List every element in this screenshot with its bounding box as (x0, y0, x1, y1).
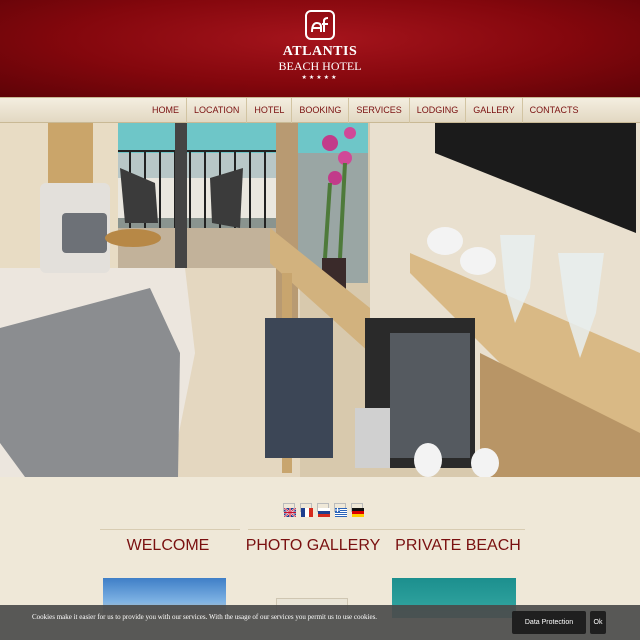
main-navigation: HOME LOCATION HOTEL BOOKING SERVICES LODGING G… (0, 97, 640, 124)
language-selector (283, 503, 364, 518)
section-title-private-beach[interactable]: PRIVATE BEACH (383, 535, 533, 557)
data-protection-button[interactable]: Data Protection Information (512, 611, 586, 634)
nav-item-home[interactable]: HOME (145, 98, 186, 124)
nav-item-location[interactable]: LOCATION (186, 98, 246, 124)
section-divider (100, 529, 240, 530)
german-flag-icon[interactable] (351, 503, 364, 517)
hotel-logo[interactable]: ATLANTIS BEACH HOTEL ★★★★★ (270, 10, 370, 83)
section-title-photo-gallery[interactable]: PHOTO GALLERY (238, 535, 388, 557)
russian-flag-icon[interactable] (317, 503, 330, 517)
nav-list: HOME LOCATION HOTEL BOOKING SERVICES LODGING G… (145, 98, 585, 124)
cookie-notice-text: Cookies make it easier for us to provide… (32, 613, 378, 621)
star-rating: ★★★★★ (301, 75, 339, 81)
af-monogram-logo-icon (305, 10, 335, 40)
nav-item-hotel[interactable]: HOTEL (246, 98, 291, 124)
greek-flag-icon[interactable] (334, 503, 347, 517)
cookie-consent-bar: Cookies make it easier for us to provide… (0, 605, 640, 640)
section-divider (248, 529, 388, 530)
hotel-name: ATLANTIS (282, 44, 358, 59)
nav-item-services[interactable]: SERVICES (348, 98, 408, 124)
nav-item-booking[interactable]: BOOKING (291, 98, 348, 124)
french-flag-icon[interactable] (300, 503, 313, 517)
hotel-subtitle: BEACH HOTEL (278, 59, 362, 73)
english-flag-icon[interactable] (283, 503, 297, 518)
nav-item-contacts[interactable]: CONTACTS (521, 98, 586, 124)
section-title-welcome[interactable]: WELCOME (93, 535, 243, 557)
site-header: ATLANTIS BEACH HOTEL ★★★★★ (0, 0, 640, 97)
cookie-ok-button[interactable]: Ok (590, 611, 606, 634)
nav-item-gallery[interactable]: GALLERY (465, 98, 521, 124)
nav-item-lodging[interactable]: LODGING (408, 98, 466, 124)
hotel-room-photo (0, 123, 640, 477)
section-divider (385, 529, 525, 530)
